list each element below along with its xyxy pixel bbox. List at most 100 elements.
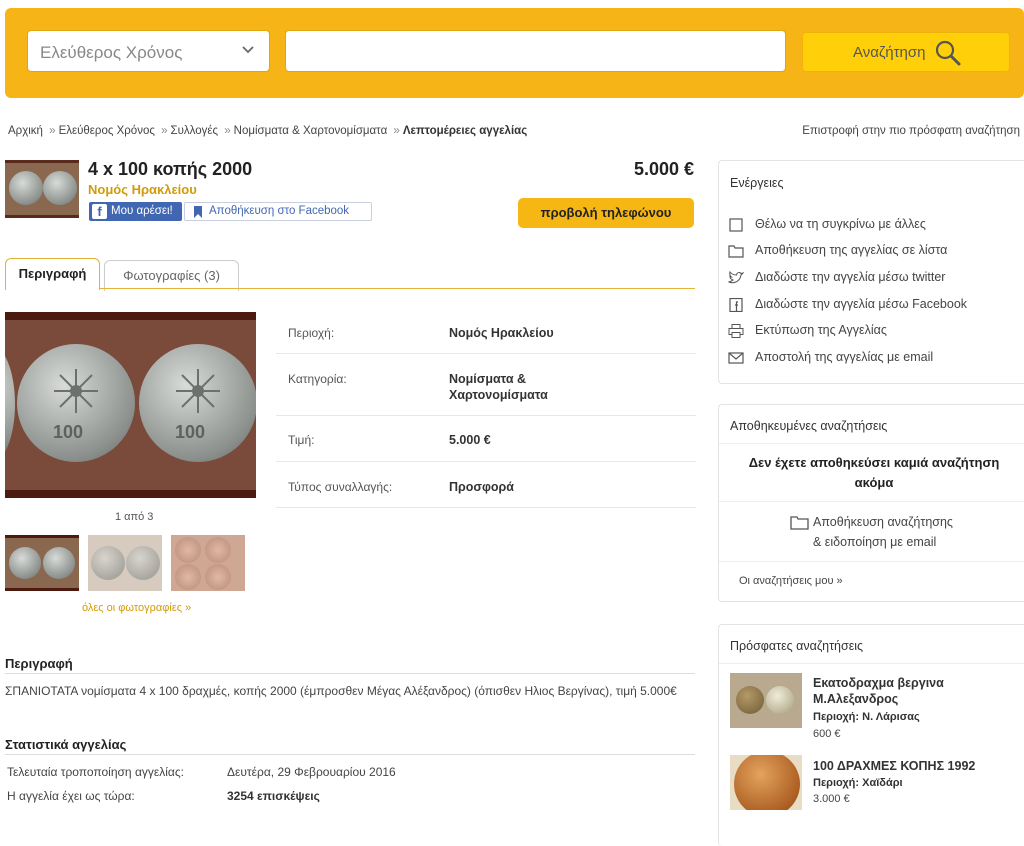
- save-search-line1: Αποθήκευση αναζήτησης: [813, 515, 953, 529]
- email-action[interactable]: Αποστολή της αγγελίας με email: [728, 350, 1018, 368]
- detail-value: 5.000 €: [449, 433, 491, 447]
- coin-image: [9, 171, 43, 205]
- facebook-like-button[interactable]: f Μου αρέσει!: [89, 202, 182, 221]
- recent-item-price: 3.000 €: [813, 793, 850, 805]
- breadcrumb-coins[interactable]: Νομίσματα & Χαρτονομίσματα: [234, 125, 388, 137]
- search-button-label: Αναζήτηση: [853, 44, 926, 61]
- twitter-icon: [728, 271, 744, 284]
- recent-item-title[interactable]: 100 ΔΡΑΧΜΕΣ ΚΟΠΗΣ 1992: [813, 758, 1013, 774]
- detail-row-category: Κατηγορία: Νομίσματα & Χαρτονομίσματα: [276, 354, 696, 416]
- facebook-icon: [729, 298, 743, 312]
- my-searches-link[interactable]: Οι αναζητήσεις μου »: [739, 575, 843, 587]
- action-label: Αποστολή της αγγελίας με email: [755, 350, 934, 364]
- breadcrumb-separator: »: [161, 125, 168, 137]
- photo-thumbnail-3[interactable]: [171, 535, 245, 591]
- all-photos-link[interactable]: όλες οι φωτογραφίες »: [82, 602, 191, 614]
- envelope-icon: [728, 352, 744, 364]
- breadcrumb-collections[interactable]: Συλλογές: [171, 125, 219, 137]
- divider: [5, 754, 695, 755]
- coin-image: [9, 547, 41, 579]
- ad-price: 5.000 €: [633, 159, 694, 179]
- recent-item-title[interactable]: Εκατοδραχμα βεργινα Μ.Αλεξανδρος: [813, 675, 1013, 707]
- facebook-icon: f: [92, 204, 107, 219]
- coin-image: [205, 537, 231, 563]
- photo-thumbnail-2[interactable]: [88, 535, 162, 591]
- coin-image: [766, 686, 794, 714]
- category-select[interactable]: Ελεύθερος Χρόνος: [27, 30, 270, 72]
- no-saved-searches-text: Δεν έχετε αποθηκεύσει καμιά αναζήτηση ακ…: [748, 455, 1000, 490]
- recent-searches-title: Πρόσφατες αναζητήσεις: [730, 639, 864, 653]
- share-facebook-action[interactable]: Διαδώστε την αγγελία μέσω Facebook: [728, 297, 1018, 315]
- photo-band: [5, 490, 256, 498]
- checkbox-icon: [729, 218, 743, 232]
- tab-description[interactable]: Περιγραφή: [5, 258, 100, 290]
- detail-row-region: Περιοχή: Νομός Ηρακλείου: [276, 310, 696, 354]
- coin-image: [43, 171, 77, 205]
- search-button[interactable]: Αναζήτηση: [802, 32, 1010, 72]
- save-search-line2: & ειδοποίηση με email: [813, 535, 937, 549]
- coin-image: 100: [17, 344, 135, 462]
- save-to-list-action[interactable]: Αποθήκευση της αγγελίας σε λίστα: [728, 243, 1018, 261]
- print-action[interactable]: Εκτύπωση της Αγγελίας: [728, 323, 1018, 341]
- coin-image: [91, 546, 125, 580]
- stats-heading: Στατιστικά αγγελίας: [5, 737, 127, 752]
- photo-thumbnail-1[interactable]: [5, 535, 79, 591]
- coin-image: [736, 686, 764, 714]
- detail-value: Νομός Ηρακλείου: [449, 326, 554, 340]
- breadcrumb-home[interactable]: Αρχική: [8, 125, 43, 137]
- detail-label: Περιοχή:: [288, 326, 335, 340]
- tab-underline: [5, 288, 695, 289]
- back-to-search-link[interactable]: Επιστροφή στην πιο πρόσφατη αναζήτηση: [802, 125, 1020, 137]
- breadcrumb-leisure[interactable]: Ελεύθερος Χρόνος: [59, 125, 155, 137]
- divider: [5, 673, 695, 674]
- detail-value[interactable]: Νομίσματα & Χαρτονομίσματα: [449, 371, 579, 403]
- folder-icon: [728, 245, 744, 258]
- share-twitter-action[interactable]: Διαδώστε την αγγελία μέσω twitter: [728, 270, 1018, 288]
- search-input[interactable]: [285, 30, 786, 72]
- coin-image: [175, 537, 201, 563]
- divider: [719, 501, 1024, 502]
- actions-title: Ενέργειες: [730, 176, 784, 190]
- category-select-value: Ελεύθερος Χρόνος: [40, 43, 183, 62]
- recent-item-thumbnail[interactable]: [730, 755, 802, 810]
- coin-image: [126, 546, 160, 580]
- recent-item-region: Περιοχή: Χαϊδάρι: [813, 777, 903, 789]
- save-search-link[interactable]: Αποθήκευση αναζήτησης & ειδοποίηση με em…: [789, 512, 953, 552]
- show-phone-button[interactable]: προβολή τηλεφώνου: [518, 198, 694, 228]
- recent-searches-panel: Πρόσφατες αναζητήσεις Εκατοδραχμα βεργιν…: [718, 624, 1024, 846]
- divider: [719, 443, 1024, 444]
- compare-action[interactable]: Θέλω να τη συγκρίνω με άλλες: [728, 217, 1018, 235]
- save-to-facebook-label: Αποθήκευση στο Facebook: [209, 205, 350, 217]
- coin-image: 100: [139, 344, 256, 462]
- recent-item-region: Περιοχή: Ν. Λάρισας: [813, 711, 920, 723]
- last-modified-label: Τελευταία τροποποίηση αγγελίας:: [7, 765, 184, 779]
- action-label: Διαδώστε την αγγελία μέσω twitter: [755, 270, 946, 284]
- photo-band: [5, 312, 256, 320]
- action-label: Αποθήκευση της αγγελίας σε λίστα: [755, 243, 948, 257]
- ad-title: 4 x 100 κοπής 2000: [88, 159, 253, 179]
- bookmark-icon: [194, 206, 202, 218]
- coin-image: [205, 564, 231, 590]
- ad-thumbnail[interactable]: [5, 160, 79, 218]
- breadcrumb-separator: »: [49, 125, 56, 137]
- detail-row-price: Τιμή: 5.000 €: [276, 416, 696, 462]
- coin-image: [175, 564, 201, 590]
- detail-row-transaction-type: Τύπος συναλλαγής: Προσφορά: [276, 462, 696, 508]
- detail-label: Τύπος συναλλαγής:: [288, 480, 393, 494]
- recent-item-thumbnail[interactable]: [730, 673, 802, 728]
- action-label: Διαδώστε την αγγελία μέσω Facebook: [755, 297, 968, 311]
- tab-photos[interactable]: Φωτογραφίες (3): [104, 260, 239, 291]
- main-photo[interactable]: 100 100: [5, 312, 256, 498]
- coin-image: [5, 344, 15, 464]
- breadcrumb-separator: »: [393, 125, 400, 137]
- save-to-facebook-button[interactable]: Αποθήκευση στο Facebook: [184, 202, 372, 221]
- breadcrumb: Αρχική » Ελεύθερος Χρόνος » Συλλογές » Νομί…: [8, 125, 527, 137]
- ad-region[interactable]: Νομός Ηρακλείου: [88, 182, 197, 197]
- search-icon: [935, 40, 961, 66]
- actions-panel: Ενέργειες Θέλω να τη συγκρίνω με άλλες Α…: [718, 160, 1024, 384]
- chevron-down-icon: [242, 46, 254, 54]
- action-label: Εκτύπωση της Αγγελίας: [755, 323, 887, 337]
- action-label: Θέλω να τη συγκρίνω με άλλες: [755, 217, 926, 231]
- top-search-bar: Ελεύθερος Χρόνος Αναζήτηση: [5, 8, 1024, 98]
- views-label: Η αγγελία έχει ως τώρα:: [7, 789, 135, 803]
